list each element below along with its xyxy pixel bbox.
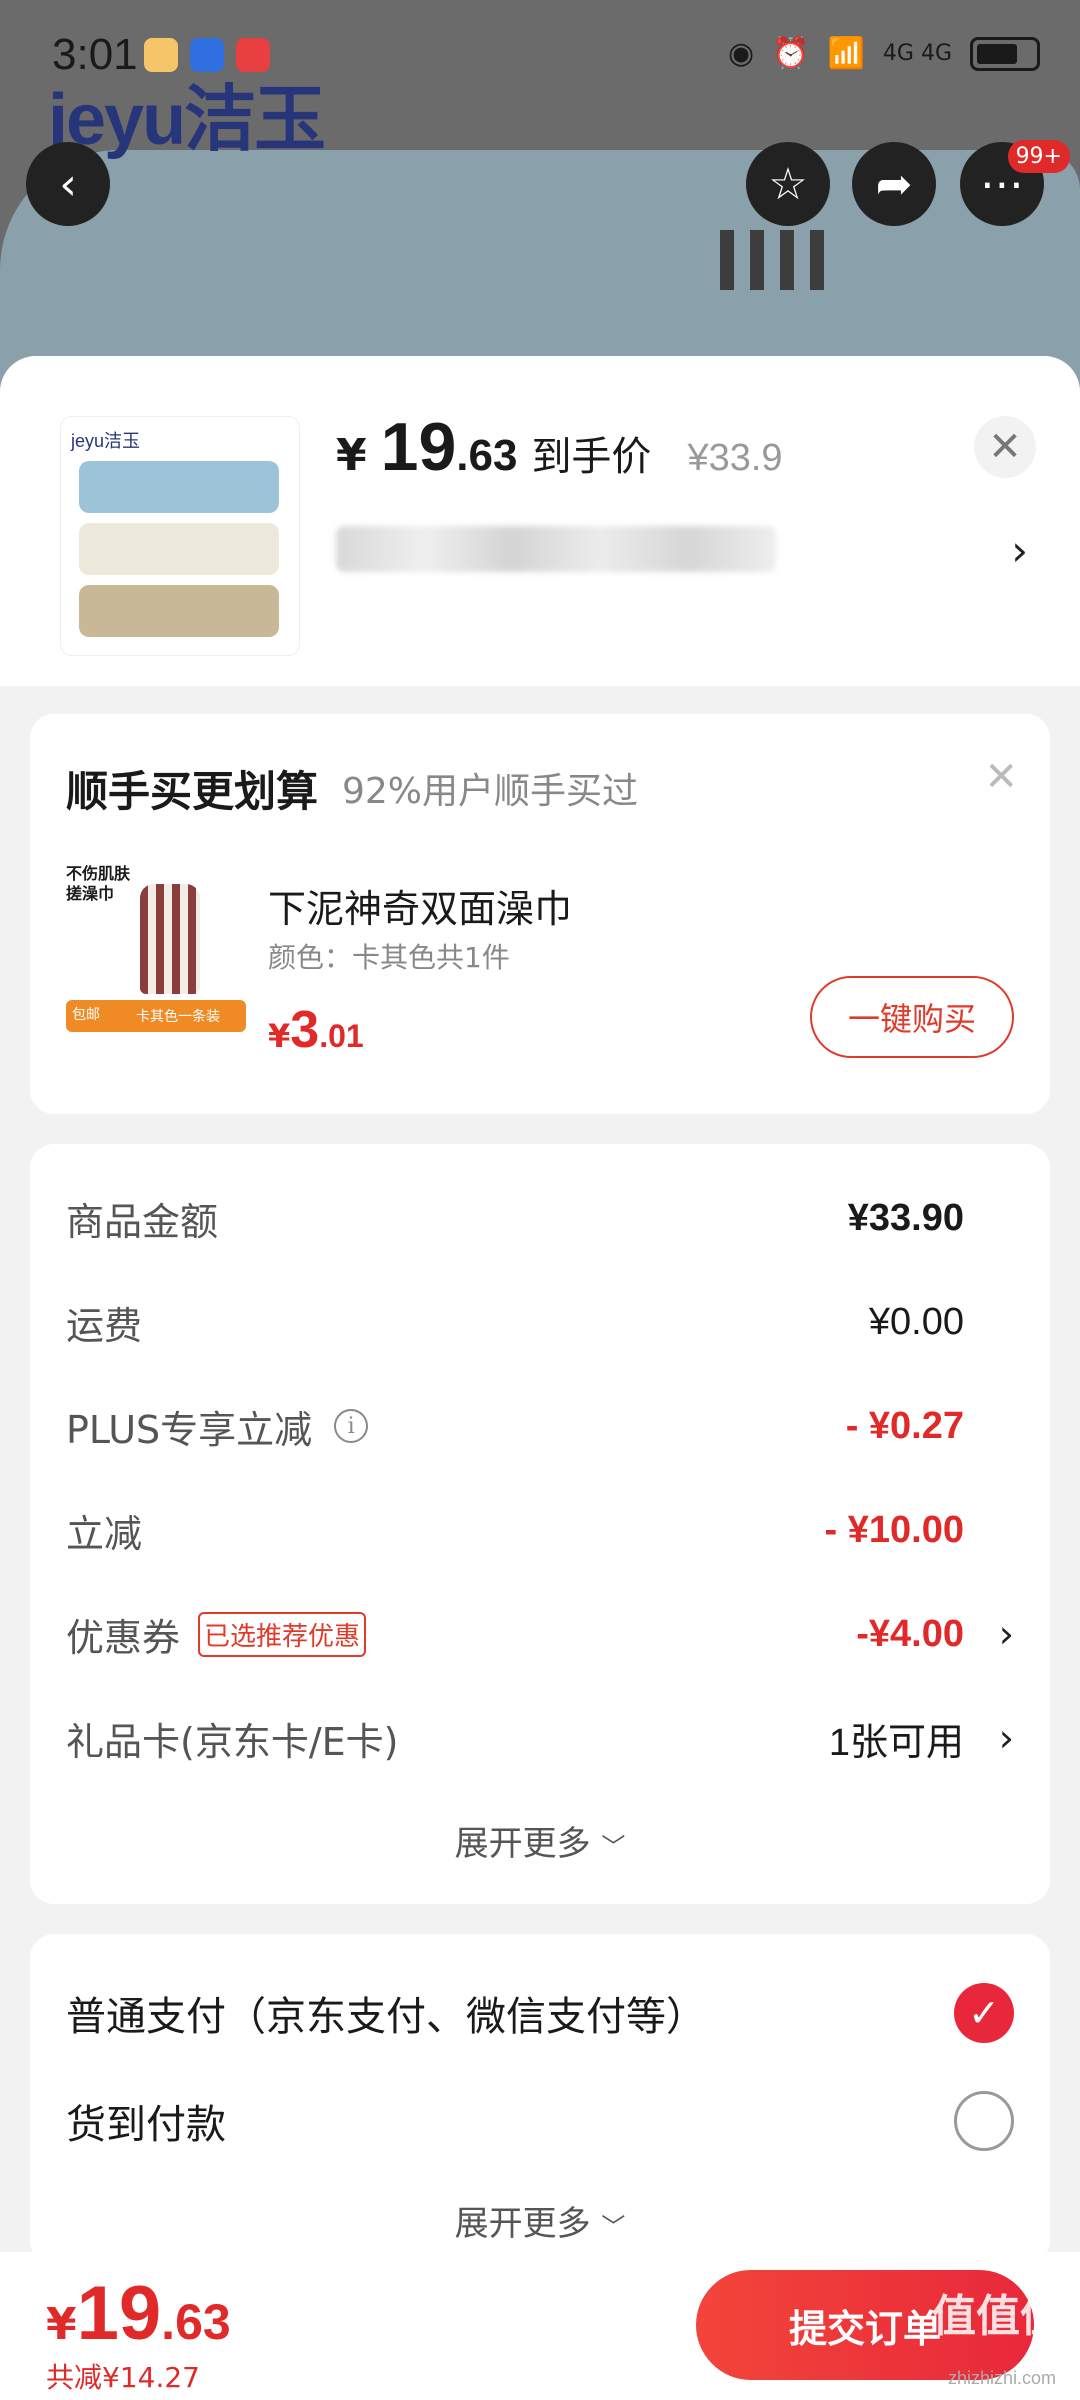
row-label: 立减 [66, 1511, 143, 1556]
towel-cream [79, 523, 279, 575]
close-sheet-button[interactable]: ✕ [974, 416, 1036, 478]
bath-mitt-shape [140, 884, 200, 994]
row-value: - ¥10.00 [824, 1508, 964, 1551]
towel-stripe [780, 230, 794, 290]
row-instant-discount: 立减 - ¥10.00 [66, 1500, 1014, 1560]
eye-icon: ◉ [728, 36, 755, 71]
addon-price-decimal: .01 [319, 1018, 364, 1054]
thumb-brand-logo: jeyu洁玉 [71, 431, 141, 451]
one-click-buy-button[interactable]: 一键购买 [810, 976, 1014, 1058]
close-icon[interactable]: ✕ [984, 754, 1018, 800]
original-price: ¥33.9 [687, 437, 783, 479]
towel-khaki [79, 585, 279, 637]
addon-price: ¥ 3 .01 [268, 1000, 364, 1060]
row-label: PLUS专享立减 [66, 1407, 313, 1452]
addon-card: 顺手买更划算 92%用户顺手买过 ✕ 不伤肌肤 搓澡巾 包邮 卡其色一条装 下泥… [30, 714, 1050, 1114]
back-button[interactable]: ‹ [26, 142, 110, 226]
row-label: 礼品卡(京东卡/E卡) [66, 1719, 399, 1764]
favorite-button[interactable]: ☆ [746, 142, 830, 226]
addon-img-tag: 卡其色一条装 [136, 1009, 220, 1025]
battery-icon [970, 36, 1040, 71]
watermark-url: zhizhizhi.com [947, 2368, 1056, 2388]
chevron-right-icon: › [998, 1716, 1014, 1760]
final-price-label: 到手价 [531, 434, 652, 480]
signal-icon: 4G 4G [882, 41, 952, 66]
selected-spec-blurred[interactable] [336, 526, 776, 572]
row-value: - ¥0.27 [845, 1404, 964, 1447]
checkout-sheet: jeyu洁玉 ¥ 19 .63 到手价 ¥33.9 ✕ › 顺手买更划算 92%… [0, 356, 1080, 2400]
addon-subtitle: 92%用户顺手买过 [342, 771, 639, 812]
total-integer: 19 [76, 2271, 162, 2356]
chevron-down-icon: ﹀ [601, 1833, 626, 1861]
addon-currency: ¥ [268, 1017, 291, 1055]
message-count-badge: 99+ [1007, 140, 1070, 173]
share-button[interactable]: ➦ [852, 142, 936, 226]
product-summary-header: jeyu洁玉 ¥ 19 .63 到手价 ¥33.9 ✕ › [0, 356, 1080, 686]
towel-stripe [750, 230, 764, 290]
price-row: ¥ 19 .63 到手价 ¥33.9 [336, 408, 783, 486]
watermark: 值值值 [932, 2291, 1064, 2342]
total-price: ¥ 19 .63 [46, 2270, 231, 2357]
star-icon: ☆ [768, 158, 808, 210]
addon-product-image[interactable]: 不伤肌肤 搓澡巾 包邮 卡其色一条装 [66, 864, 246, 1044]
row-coupon[interactable]: 优惠券 已选推荐优惠 -¥4.00 › [66, 1604, 1014, 1664]
currency-symbol: ¥ [336, 430, 367, 481]
product-thumbnail: jeyu洁玉 [60, 416, 300, 656]
row-label: 优惠券 [66, 1615, 181, 1660]
payment-option-normal[interactable]: 普通支付（京东支付、微信支付等） ✓ [66, 1978, 1014, 2048]
expand-label: 展开更多 [454, 1824, 591, 1864]
price-detail-card: 商品金额 ¥33.90 运费 ¥0.00 PLUS专享立减 i - ¥0.27 … [30, 1144, 1050, 1904]
back-arrow-icon: ‹ [59, 158, 77, 210]
row-value: ¥0.00 [868, 1300, 964, 1343]
row-goods-amount: 商品金额 ¥33.90 [66, 1188, 1014, 1248]
alarm-icon: ⏰ [772, 36, 810, 71]
row-shipping: 运费 ¥0.00 [66, 1292, 1014, 1352]
row-gift-card[interactable]: 礼品卡(京东卡/E卡) 1张可用 › [66, 1708, 1014, 1768]
chevron-right-icon: › [998, 1612, 1014, 1656]
share-icon: ➦ [875, 158, 913, 210]
total-saved[interactable]: 共减¥14.27 [46, 2356, 200, 2396]
towel-stripe [810, 230, 824, 290]
row-value: -¥4.00 [856, 1612, 964, 1655]
price-integer: 19 [380, 409, 457, 485]
addon-title: 顺手买更划算 [66, 767, 319, 816]
chevron-down-icon: ﹀ [601, 2213, 626, 2241]
chevron-right-icon[interactable]: › [1011, 526, 1028, 575]
checked-radio-icon[interactable]: ✓ [954, 1983, 1014, 2043]
towel-blue [79, 461, 279, 513]
info-icon[interactable]: i [334, 1409, 369, 1443]
addon-item-spec: 颜色：卡其色共1件 [268, 941, 510, 974]
price-decimal: .63 [456, 431, 518, 480]
wifi-icon: 📶 [827, 36, 865, 71]
expand-more-button[interactable]: 展开更多 ﹀ [30, 1816, 1050, 1865]
checkout-bottom-bar: ¥ 19 .63 共减¥14.27 提交订单 值值值 zhizhizhi.com [0, 2252, 1080, 2400]
row-value: ¥33.90 [847, 1196, 964, 1239]
row-label: 运费 [66, 1303, 143, 1348]
payment-option-cod[interactable]: 货到付款 [66, 2086, 1014, 2156]
addon-item-name[interactable]: 下泥神奇双面澡巾 [268, 878, 572, 933]
towel-stripe [720, 230, 734, 290]
coupon-tag: 已选推荐优惠 [198, 1611, 367, 1657]
addon-img-caption: 不伤肌肤 搓澡巾 [66, 864, 131, 903]
row-value: 1张可用 [828, 1721, 964, 1764]
payment-card: 普通支付（京东支付、微信支付等） ✓ 货到付款 展开更多 ﹀ [30, 1934, 1050, 2264]
expand-label: 展开更多 [454, 2204, 591, 2244]
expand-more-button[interactable]: 展开更多 ﹀ [30, 2196, 1050, 2245]
row-plus-discount: PLUS专享立减 i - ¥0.27 [66, 1396, 1014, 1456]
unchecked-radio-icon[interactable] [954, 2091, 1014, 2151]
status-icons: ◉ ⏰ 📶 4G 4G [728, 36, 1040, 71]
payment-option-label: 普通支付（京东支付、微信支付等） [66, 1994, 706, 2040]
total-currency: ¥ [46, 2299, 77, 2350]
row-label: 商品金额 [66, 1199, 219, 1244]
close-icon: ✕ [988, 424, 1022, 470]
payment-option-label: 货到付款 [66, 2102, 226, 2148]
addon-img-badge: 包邮 [72, 1007, 100, 1023]
addon-price-integer: 3 [290, 1001, 320, 1059]
total-decimal: .63 [161, 2294, 231, 2350]
